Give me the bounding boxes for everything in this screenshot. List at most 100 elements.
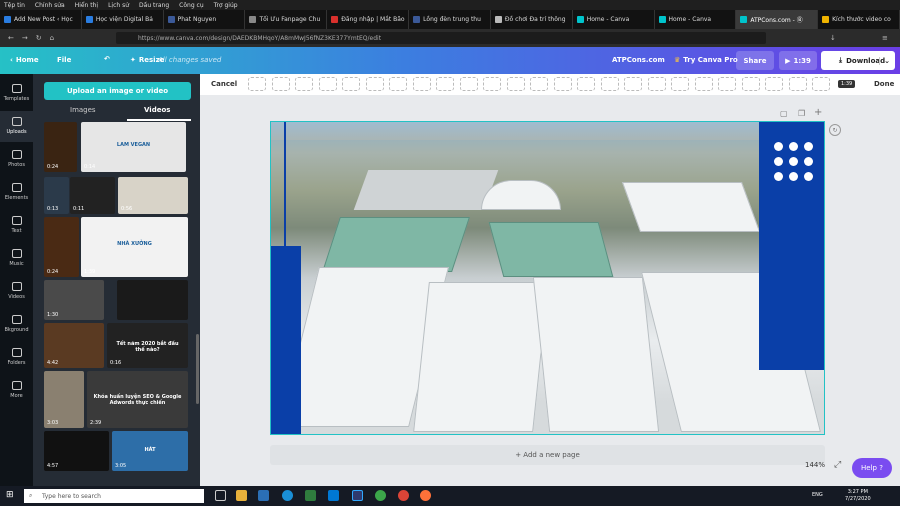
- browser-tab[interactable]: Lồng đèn trung thu: [409, 10, 491, 29]
- video-thumbnail[interactable]: 3:03: [44, 371, 84, 428]
- undo-button[interactable]: ↶: [104, 55, 110, 63]
- mail-icon[interactable]: [328, 490, 339, 501]
- rail-item-bkground[interactable]: Bkground: [0, 309, 33, 340]
- chrome-icon[interactable]: [398, 490, 409, 501]
- notes-icon[interactable]: ▢: [780, 109, 788, 118]
- home-icon[interactable]: ⌂: [50, 34, 54, 42]
- url-field[interactable]: https://www.canva.com/design/DAEDKBMHqoY…: [116, 32, 766, 44]
- video-thumbnail[interactable]: 0:11: [70, 177, 115, 214]
- browser-tab[interactable]: Kích thước video co: [818, 10, 900, 29]
- taskbar-search[interactable]: ⌕ Type here to search: [24, 489, 204, 503]
- browser-tab[interactable]: Học viện Digital Bả: [82, 10, 164, 29]
- refresh-icon[interactable]: ↻: [829, 124, 841, 136]
- task-view-icon[interactable]: [215, 490, 226, 501]
- taskbar-clock[interactable]: 3:27 PM 7/27/2020: [845, 489, 871, 503]
- trim-frame: [694, 77, 713, 91]
- browser-tab[interactable]: Tối Ưu Fanpage Chu: [245, 10, 328, 29]
- os-menu-item[interactable]: Dấu trang: [139, 2, 169, 9]
- trim-frame: [788, 77, 807, 91]
- video-thumbnail[interactable]: 0:24: [44, 122, 77, 172]
- rail-item-folders[interactable]: Folders: [0, 342, 33, 373]
- design-canvas[interactable]: [270, 121, 825, 435]
- rail-item-more[interactable]: More: [0, 375, 33, 406]
- try-pro-button[interactable]: ♛ Try Canva Pro: [674, 56, 738, 64]
- os-menu-item[interactable]: Hiển thị: [75, 2, 98, 9]
- browser-tab[interactable]: Đồ chơi Đa trí thông: [491, 10, 573, 29]
- templates-icon: [11, 84, 22, 93]
- download-arrow-icon[interactable]: ↓: [830, 34, 836, 42]
- tab-favicon-icon: [331, 16, 339, 23]
- browser-tab[interactable]: Add New Post ‹ Học: [0, 10, 82, 29]
- browser-tab[interactable]: ATPCons.com - Ⓑ: [736, 10, 819, 29]
- photoshop-icon[interactable]: [352, 490, 363, 501]
- share-button[interactable]: Share: [736, 51, 774, 70]
- video-thumbnail[interactable]: NHÀ XƯỞNG 1:39: [81, 217, 188, 277]
- duplicate-page-icon[interactable]: ❐: [798, 109, 805, 118]
- uploads-panel: Upload an image or video Images Videos 0…: [33, 74, 200, 486]
- rail-item-elements[interactable]: Elements: [0, 177, 33, 208]
- rail-item-uploads[interactable]: Uploads: [0, 111, 33, 142]
- browser-tab[interactable]: Đăng nhập | Mắt Bão: [327, 10, 410, 29]
- rail-item-photos[interactable]: Photos: [0, 144, 33, 175]
- help-button[interactable]: Help ?: [852, 458, 892, 478]
- video-thumbnail[interactable]: HÁT 3:05: [112, 431, 188, 471]
- forward-icon[interactable]: →: [22, 34, 28, 42]
- download-button[interactable]: ⤓ Download ⌄: [821, 51, 895, 70]
- help-label: Help ?: [861, 464, 883, 472]
- design-title[interactable]: ATPCons.com: [612, 56, 665, 64]
- tab-title: Lồng đèn trung thu: [423, 16, 481, 23]
- add-new-page-button[interactable]: + Add a new page: [270, 445, 825, 465]
- video-thumbnail[interactable]: 0:24: [44, 217, 79, 277]
- os-menu-item[interactable]: Công cụ: [179, 2, 203, 9]
- video-thumbnail[interactable]: Tết năm 2020 bắt đầu thế nào? 0:16: [107, 323, 188, 368]
- chat-app-icon[interactable]: [375, 490, 386, 501]
- store-icon[interactable]: [258, 490, 269, 501]
- home-button[interactable]: ‹ Home: [10, 56, 39, 64]
- chevron-left-icon: ‹: [10, 56, 13, 64]
- video-thumbnail[interactable]: 1:30: [44, 280, 104, 320]
- file-explorer-icon[interactable]: [236, 490, 247, 501]
- video-thumbnail[interactable]: LAM VEGAN 0:14: [81, 122, 186, 172]
- add-page-icon[interactable]: +: [814, 107, 822, 118]
- os-menu-item[interactable]: Tệp tin: [4, 2, 25, 9]
- rail-item-text[interactable]: Text: [0, 210, 33, 241]
- upload-media-button[interactable]: Upload an image or video: [44, 82, 191, 100]
- text-icon: [11, 216, 22, 225]
- cancel-trim-button[interactable]: Cancel: [211, 80, 237, 88]
- video-thumbnail[interactable]: Khóa huấn luyện SEO & Google Adwords thự…: [87, 371, 188, 428]
- os-menu-item[interactable]: Trợ giúp: [214, 2, 238, 9]
- tab-title: Phat Nguyen: [177, 16, 217, 23]
- rail-item-templates[interactable]: Templates: [0, 78, 33, 109]
- browser-tab[interactable]: Phat Nguyen: [164, 10, 246, 29]
- video-thumbnail[interactable]: 4:42: [44, 323, 104, 368]
- video-thumbnail[interactable]: 0:13: [44, 177, 69, 214]
- chevron-down-icon[interactable]: ⌄: [879, 56, 890, 65]
- language-indicator[interactable]: ENG: [812, 492, 823, 498]
- blue-bar-right: [759, 122, 824, 370]
- browser-menu-icon[interactable]: ≡: [882, 34, 888, 42]
- done-trim-button[interactable]: Done: [874, 80, 894, 88]
- video-thumbnail[interactable]: [117, 280, 188, 320]
- tab-videos[interactable]: Videos: [144, 106, 170, 114]
- video-thumbnail[interactable]: 4:57: [44, 431, 109, 471]
- file-menu-button[interactable]: File: [57, 56, 71, 64]
- zoom-level[interactable]: 144%: [805, 461, 825, 469]
- os-menu-item[interactable]: Chỉnh sửa: [35, 2, 65, 9]
- edge-icon[interactable]: [282, 490, 293, 501]
- app-icon[interactable]: [305, 490, 316, 501]
- tab-favicon-icon: [85, 16, 93, 23]
- back-icon[interactable]: ←: [8, 34, 14, 42]
- fullscreen-icon[interactable]: ⤢: [834, 460, 841, 470]
- play-button[interactable]: ▶ 1:39: [779, 51, 817, 70]
- browser-tab[interactable]: Home - Canva: [573, 10, 655, 29]
- video-thumbnail[interactable]: 0:56: [118, 177, 188, 214]
- os-menu-item[interactable]: Lịch sử: [108, 2, 129, 9]
- rail-item-videos[interactable]: Videos: [0, 276, 33, 307]
- browser-tab[interactable]: Home - Canva: [655, 10, 737, 29]
- reload-icon[interactable]: ↻: [36, 34, 42, 42]
- rail-item-music[interactable]: Music: [0, 243, 33, 274]
- windows-start-icon[interactable]: ⊞: [6, 490, 14, 500]
- firefox-icon[interactable]: [420, 490, 431, 501]
- panel-scrollbar[interactable]: [196, 334, 199, 404]
- tab-images[interactable]: Images: [70, 106, 96, 114]
